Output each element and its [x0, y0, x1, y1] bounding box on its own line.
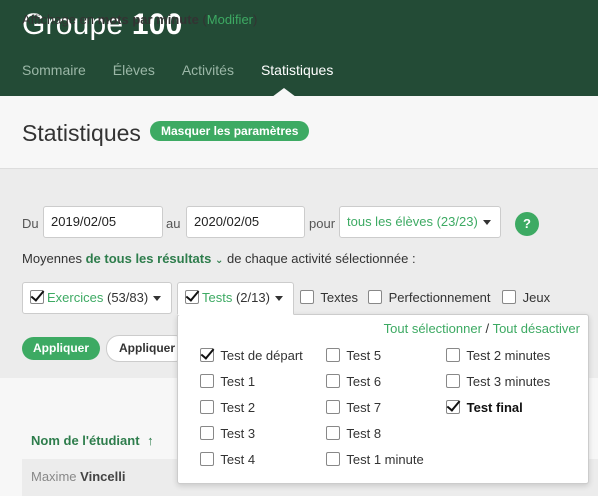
perfectionnement-label: Perfectionnement	[388, 290, 491, 305]
date-from-label: Du	[22, 216, 39, 231]
test-checkbox[interactable]	[200, 348, 214, 362]
stats-header: Statistiques Masquer les paramètres	[0, 96, 598, 169]
test-item[interactable]: Test de départ	[200, 348, 303, 363]
test-label: Test 2	[220, 400, 256, 415]
perfectionnement-checkbox[interactable]	[368, 290, 382, 304]
tab-sommaire[interactable]: Sommaire	[22, 62, 86, 78]
jeux-label: Jeux	[522, 290, 551, 305]
date-from-input[interactable]: 2019/02/05	[43, 206, 163, 238]
exercices-count: (53/83)	[106, 290, 149, 305]
test-checkbox[interactable]	[446, 374, 460, 388]
test-item[interactable]: Test 3 minutes	[446, 374, 550, 389]
test-label: Test 1	[220, 374, 256, 389]
textes-checkbox[interactable]	[300, 290, 314, 304]
test-label: Test 2 minutes	[466, 348, 551, 363]
textes-filter[interactable]: Textes	[300, 290, 358, 305]
averages-prefix: Moyennes	[22, 251, 82, 266]
popup-actions: Tout sélectionner / Tout désactiver	[384, 321, 580, 336]
column-header-student[interactable]: Nom de l'étudiant ↑	[31, 433, 154, 448]
test-label: Test 8	[346, 426, 382, 441]
test-label: Test 7	[346, 400, 382, 415]
tests-filter[interactable]: Tests (2/13)	[177, 282, 294, 315]
hide-parameters-button[interactable]: Masquer les paramètres	[150, 121, 310, 141]
actions-separator: /	[485, 321, 490, 336]
test-checkbox[interactable]	[200, 426, 214, 440]
tab-activites[interactable]: Activités	[182, 62, 234, 78]
main-nav: Sommaire Élèves Activités Statistiques	[22, 62, 360, 78]
chevron-down-icon	[153, 296, 162, 302]
column-header-label: Nom de l'étudiant	[31, 433, 140, 448]
test-checkbox[interactable]	[200, 374, 214, 388]
test-item[interactable]: Test 8	[326, 426, 381, 441]
tests-label: Tests	[202, 290, 233, 305]
page-title: Statistiques	[22, 120, 141, 146]
test-item[interactable]: Test final	[446, 400, 523, 415]
jeux-checkbox[interactable]	[502, 290, 516, 304]
students-for-label: pour	[309, 216, 336, 231]
student-last-name: Vincelli	[80, 469, 126, 484]
test-label: Test 1 minute	[346, 452, 424, 467]
tests-dropdown: Tout sélectionner / Tout désactiver Test…	[177, 314, 589, 484]
student-name: Maxime Vincelli	[31, 469, 125, 484]
test-item[interactable]: Test 7	[326, 400, 381, 415]
textes-label: Textes	[320, 290, 358, 305]
display-prefix: Affichage en	[22, 12, 95, 27]
test-checkbox[interactable]	[446, 348, 460, 362]
student-first-name: Maxime	[31, 469, 77, 484]
test-checkbox[interactable]	[326, 374, 340, 388]
apply-button[interactable]: Appliquer	[22, 337, 100, 360]
exercices-filter[interactable]: Exercices (53/83)	[22, 282, 172, 314]
modify-link[interactable]: Modifier	[207, 12, 253, 27]
averages-line: Moyennes de tous les résultats ⌄ de chaq…	[22, 251, 416, 266]
students-select[interactable]: tous les élèves (23/23)	[339, 206, 501, 238]
test-checkbox[interactable]	[326, 348, 340, 362]
exercices-checkbox[interactable]	[30, 290, 44, 304]
averages-scope-label: de tous les résultats	[85, 251, 212, 266]
modify-close: )	[253, 12, 258, 27]
chevron-down-icon	[274, 296, 283, 302]
test-checkbox[interactable]	[200, 400, 214, 414]
test-label: Test 6	[346, 374, 382, 389]
test-item[interactable]: Test 3	[200, 426, 255, 441]
students-select-value: tous les élèves (23/23)	[347, 214, 478, 229]
apply-secondary-button[interactable]: Appliquer	[106, 335, 188, 362]
test-checkbox[interactable]	[326, 400, 340, 414]
date-to-input[interactable]: 2020/02/05	[186, 206, 305, 238]
sort-arrow-icon: ↑	[147, 433, 154, 448]
jeux-filter[interactable]: Jeux	[502, 290, 550, 305]
deselect-all-link[interactable]: Tout désactiver	[493, 321, 580, 336]
test-checkbox[interactable]	[326, 452, 340, 466]
test-item[interactable]: Test 6	[326, 374, 381, 389]
averages-suffix: de chaque activité sélectionnée :	[226, 251, 416, 266]
test-checkbox[interactable]	[326, 426, 340, 440]
test-checkbox[interactable]	[200, 452, 214, 466]
test-label: Test de départ	[220, 348, 303, 363]
tab-statistiques[interactable]: Statistiques	[261, 62, 333, 78]
test-item[interactable]: Test 4	[200, 452, 255, 467]
chevron-down-icon	[482, 220, 491, 226]
tests-checkbox[interactable]	[185, 290, 199, 304]
test-item[interactable]: Test 2	[200, 400, 255, 415]
test-item[interactable]: Test 1	[200, 374, 255, 389]
perfectionnement-filter[interactable]: Perfectionnement	[368, 290, 491, 305]
averages-scope-dropdown[interactable]: de tous les résultats ⌄	[86, 251, 224, 266]
exercices-label: Exercices	[47, 290, 104, 305]
select-all-link[interactable]: Tout sélectionner	[384, 321, 482, 336]
test-checkbox[interactable]	[446, 400, 460, 414]
test-item[interactable]: Test 5	[326, 348, 381, 363]
test-item[interactable]: Test 2 minutes	[446, 348, 550, 363]
tab-eleves[interactable]: Élèves	[113, 62, 155, 78]
test-label: Test 3	[220, 426, 256, 441]
test-item[interactable]: Test 1 minute	[326, 452, 424, 467]
chevron-down-icon: ⌄	[214, 255, 224, 266]
test-label: Test 4	[220, 452, 256, 467]
tests-count: (2/13)	[235, 290, 270, 305]
date-to-label: au	[166, 216, 181, 231]
help-icon[interactable]: ?	[515, 212, 539, 236]
test-label: Test final	[466, 400, 523, 415]
test-label: Test 5	[346, 348, 382, 363]
test-label: Test 3 minutes	[466, 374, 551, 389]
display-unit: mots par minute	[97, 12, 199, 27]
display-unit-line: Affichage en mots par minute (Modifier)	[22, 12, 257, 27]
